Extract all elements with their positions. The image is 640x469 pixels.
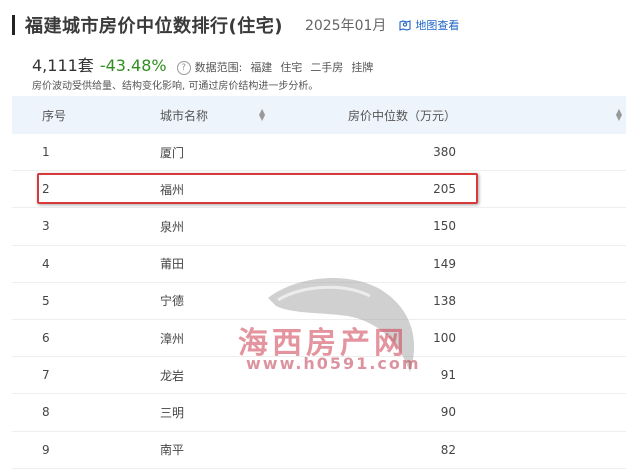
row-price: 82	[440, 442, 456, 457]
sort-price-icon[interactable]: ▲ ▼	[616, 108, 622, 122]
scope-item-market: 二手房	[310, 61, 344, 74]
row-price: 380	[433, 145, 456, 160]
table-header: 序号 城市名称 ▲ ▼ 房价中位数（万元） ▲ ▼	[12, 96, 626, 134]
row-price: 149	[433, 256, 456, 271]
scope-item-type: 住宅	[280, 61, 303, 74]
row-index: 8	[42, 405, 50, 420]
row-city: 三明	[160, 405, 185, 420]
row-city: 南平	[160, 443, 185, 458]
change-percent: -43.48%	[99, 56, 167, 75]
sort-city-icon[interactable]: ▲ ▼	[259, 108, 265, 122]
table-row[interactable]: 1 厦门 380	[12, 134, 626, 172]
date-label: 2025年01月	[304, 18, 387, 34]
row-city: 漳州	[160, 331, 185, 346]
header-index: 序号	[42, 108, 67, 123]
table-row[interactable]: 8 三明 90	[12, 394, 626, 432]
header-price[interactable]: 房价中位数（万元）	[348, 107, 456, 124]
row-city: 厦门	[160, 145, 185, 160]
row-index: 7	[42, 368, 50, 383]
map-view-link[interactable]: 地图查看	[398, 17, 459, 33]
row-index: 6	[42, 331, 50, 346]
row-price: 138	[433, 293, 456, 308]
row-city: 泉州	[160, 219, 185, 234]
info-note: 房价波动受供给量、结构变化影响, 可通过房价结构进一步分析。	[32, 81, 319, 92]
help-icon[interactable]: ?	[176, 61, 191, 75]
row-index: 1	[42, 145, 50, 160]
table-row[interactable]: 9 南平 82	[12, 432, 626, 469]
row-index: 5	[42, 293, 50, 308]
row-index: 3	[42, 219, 50, 234]
page-header: 福建城市房价中位数排行(住宅) 2025年01月 地图查看	[12, 10, 459, 40]
table-row[interactable]: 3 泉州 150	[12, 208, 626, 246]
row-city: 福州	[160, 182, 185, 197]
row-price: 100	[433, 331, 456, 346]
map-pin-icon	[399, 20, 411, 31]
title-bar-accent	[12, 15, 15, 35]
table-row[interactable]: 6 漳州 100	[12, 320, 626, 358]
row-city: 龙岩	[160, 368, 185, 383]
row-city: 宁德	[160, 294, 185, 309]
row-index: 4	[42, 256, 50, 271]
map-view-label: 地图查看	[415, 19, 460, 32]
table-row[interactable]: 5 宁德 138	[12, 283, 626, 320]
table-row[interactable]: 4 莆田 149	[12, 246, 626, 283]
scope-item-region: 福建	[250, 61, 273, 74]
listing-count: 4,111套	[32, 56, 94, 75]
scope-item-source: 挂牌	[351, 61, 374, 74]
row-city: 莆田	[160, 257, 185, 272]
row-price: 205	[433, 182, 456, 197]
header-city[interactable]: 城市名称	[160, 107, 208, 124]
row-index: 9	[42, 442, 50, 457]
row-price: 91	[440, 368, 456, 383]
stats-row: 4,111套 -43.48% ? 数据范围: 福建 住宅 二手房 挂牌	[32, 52, 373, 76]
table-row[interactable]: 7 龙岩 91	[12, 357, 626, 395]
ranking-table: 序号 城市名称 ▲ ▼ 房价中位数（万元） ▲ ▼ 1 厦门 380 2 福州 20…	[12, 96, 626, 469]
row-index: 2	[42, 182, 50, 197]
row-price: 90	[440, 405, 456, 420]
page-title: 福建城市房价中位数排行(住宅)	[25, 16, 283, 37]
table-row[interactable]: 2 福州 205	[12, 171, 626, 209]
scope-label: 数据范围:	[194, 61, 243, 74]
row-price: 150	[433, 219, 456, 234]
